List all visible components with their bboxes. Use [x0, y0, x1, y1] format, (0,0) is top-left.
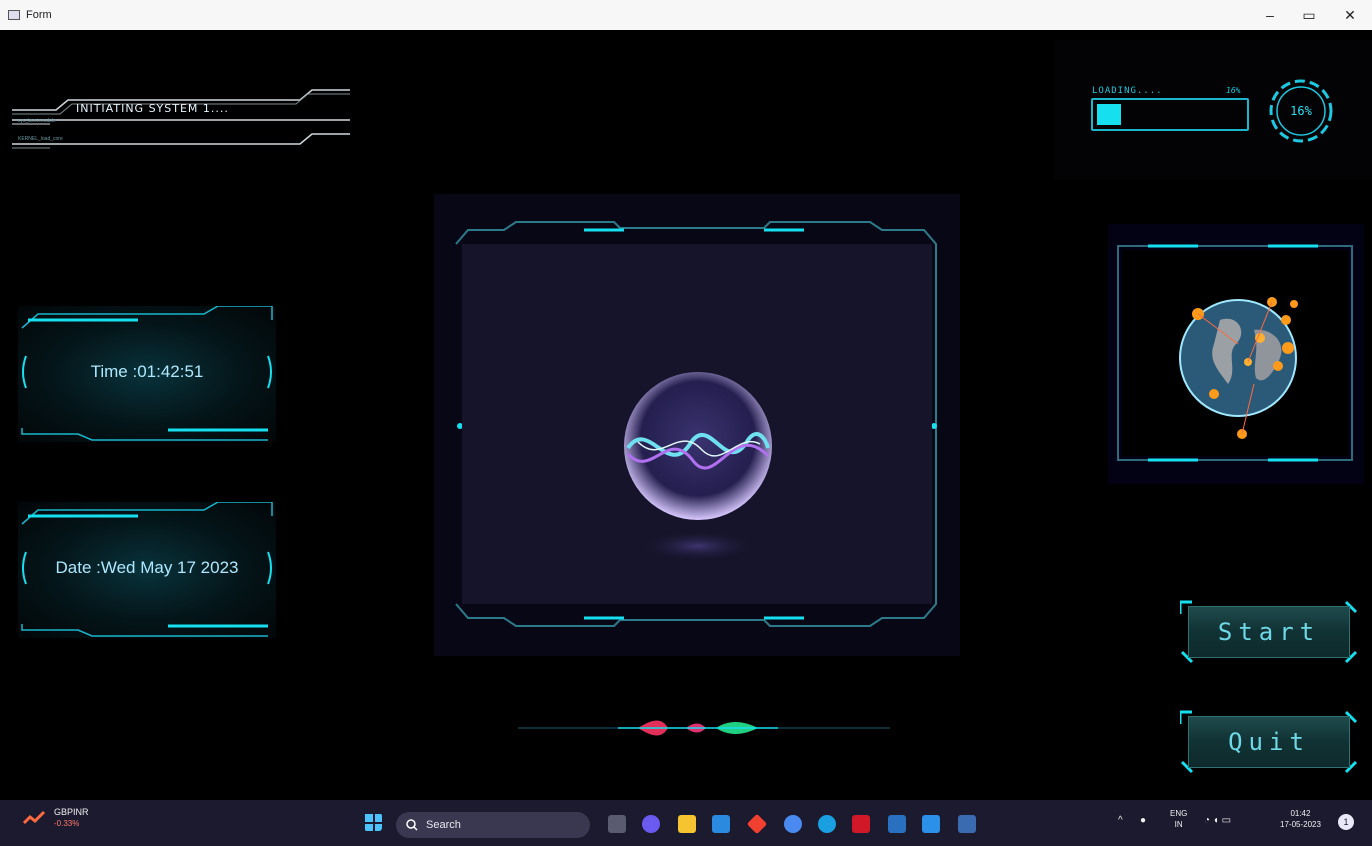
quit-button-label: Quit — [1228, 728, 1310, 756]
assistant-orb-panel — [434, 194, 960, 656]
edge-icon[interactable] — [818, 815, 836, 833]
loading-progress-fill — [1097, 104, 1121, 125]
loading-progress-bar — [1091, 98, 1249, 131]
init-sub-label-1: sys_boot.module — [18, 118, 56, 124]
init-header-frame — [12, 89, 350, 149]
file-explorer-icon[interactable] — [678, 815, 696, 833]
store-icon[interactable] — [888, 815, 906, 833]
stock-change: -0.33% — [54, 819, 80, 828]
red-diamond-app-icon[interactable] — [746, 813, 768, 835]
chrome-icon[interactable] — [784, 815, 802, 833]
task-view-icon[interactable] — [608, 815, 626, 833]
date-panel: Date :Wed May 17 2023 — [18, 502, 276, 638]
quit-button[interactable]: Quit — [1180, 710, 1358, 774]
language-indicator[interactable]: ENG IN — [1170, 808, 1187, 830]
app-window-icon — [8, 10, 20, 20]
globe-panel — [1108, 224, 1364, 484]
stock-widget[interactable]: GBPINR -0.33% — [22, 807, 89, 829]
start-button-face: Start — [1188, 606, 1350, 658]
python-app-icon[interactable] — [958, 815, 976, 833]
vscode-icon[interactable] — [922, 815, 940, 833]
window-titlebar: Form – ▭ ✕ — [0, 0, 1372, 30]
minimize-button[interactable]: – — [1250, 0, 1290, 30]
loading-percent-small: 16% — [1226, 86, 1241, 95]
tray-overflow-icon[interactable]: ^ — [1118, 815, 1123, 826]
time-panel: Time :01:42:51 — [18, 306, 276, 442]
init-system-label: INITIATING SYSTEM 1.... — [76, 102, 229, 115]
taskbar-clock[interactable]: 01:42 17-05-2023 — [1280, 808, 1321, 830]
language-bottom: IN — [1174, 820, 1183, 829]
language-top: ENG — [1170, 809, 1188, 818]
taskbar-search-box[interactable]: Search — [396, 812, 590, 838]
world-globe-icon — [1179, 297, 1298, 439]
start-button[interactable]: Start — [1180, 600, 1358, 664]
windows-taskbar: GBPINR -0.33% Search ^ ● ENG IN ◔ ◖ ▭ 01… — [0, 800, 1372, 846]
hud-app-surface: INITIATING SYSTEM 1.... sys_boot.module … — [0, 30, 1372, 800]
teams-chat-icon[interactable] — [642, 815, 660, 833]
loading-ring-percent: 16% — [1290, 104, 1312, 118]
stock-symbol: GBPINR — [54, 807, 89, 817]
notification-badge[interactable]: 1 — [1338, 814, 1354, 830]
close-button[interactable]: ✕ — [1330, 0, 1370, 30]
search-icon — [406, 819, 418, 831]
clock-date: 17-05-2023 — [1280, 820, 1321, 829]
loading-label: LOADING.... — [1092, 86, 1163, 96]
window-title: Form — [26, 9, 52, 21]
voice-waveform-icon — [518, 720, 890, 736]
microphone-icon[interactable]: ● — [1140, 815, 1146, 826]
mail-icon[interactable] — [712, 815, 730, 833]
clock-time: 01:42 — [1290, 809, 1311, 818]
time-display: Time :01:42:51 — [90, 362, 204, 381]
start-button-label: Start — [1217, 618, 1321, 646]
search-label: Search — [426, 819, 461, 831]
quit-button-face: Quit — [1188, 716, 1350, 768]
network-volume-battery-icon[interactable]: ◔ ◖ ▭ — [1204, 815, 1231, 826]
maximize-button[interactable]: ▭ — [1289, 0, 1329, 30]
voice-orb-icon — [624, 372, 772, 562]
date-display: Date :Wed May 17 2023 — [55, 558, 239, 577]
init-sub-label-2: KERNEL_load_core — [18, 136, 63, 142]
stock-chart-icon — [22, 810, 46, 825]
mcafee-icon[interactable] — [852, 815, 870, 833]
windows-start-icon[interactable] — [364, 813, 382, 831]
